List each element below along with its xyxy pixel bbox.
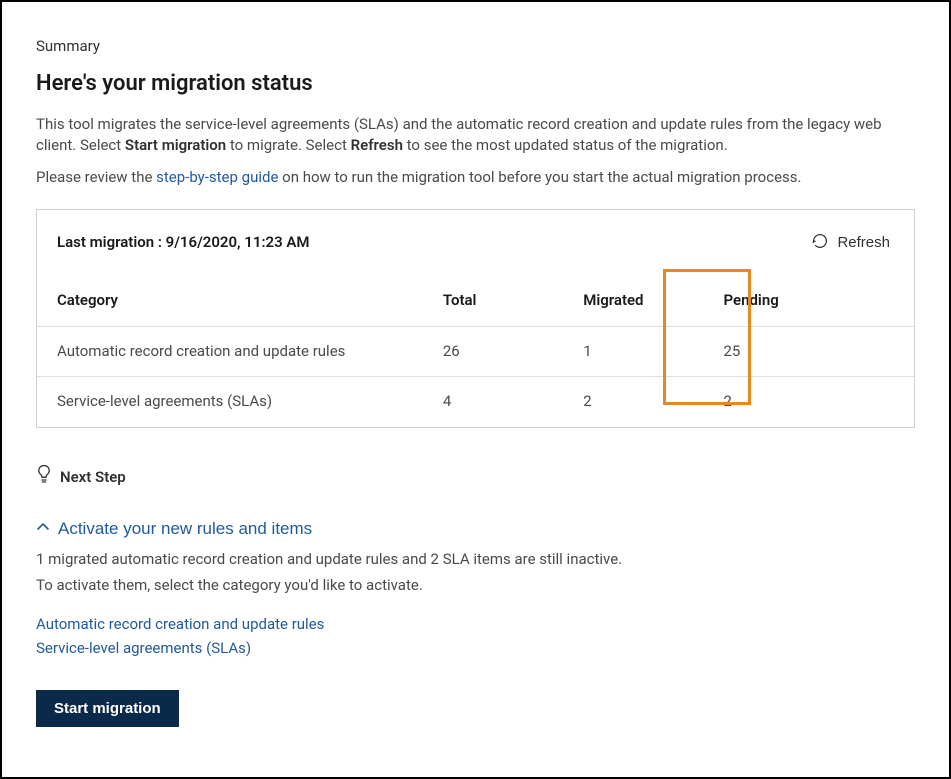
col-migrated: Migrated	[563, 268, 703, 326]
lightbulb-icon	[36, 464, 52, 491]
activate-link-slas[interactable]: Service-level agreements (SLAs)	[36, 638, 915, 660]
cell-category: Automatic record creation and update rul…	[37, 326, 423, 377]
intro-bold-refresh: Refresh	[351, 136, 403, 154]
table-row: Service-level agreements (SLAs) 4 2 2	[37, 377, 914, 427]
intro-text: This tool migrates the service-level agr…	[36, 114, 915, 158]
review-b: on how to run the migration tool before …	[278, 168, 801, 186]
intro-b: to migrate. Select	[226, 136, 350, 154]
cell-pending: 25	[704, 326, 915, 377]
activate-category-links: Automatic record creation and update rul…	[36, 614, 915, 660]
col-total: Total	[423, 268, 563, 326]
last-migration-timestamp: Last migration : 9/16/2020, 11:23 AM	[57, 232, 310, 254]
activate-link-arc-rules[interactable]: Automatic record creation and update rul…	[36, 614, 915, 636]
activate-line-1: 1 migrated automatic record creation and…	[36, 549, 915, 571]
section-label: Summary	[36, 36, 915, 58]
activate-line-2: To activate them, select the category yo…	[36, 575, 915, 597]
intro-c: to see the most updated status of the mi…	[403, 136, 728, 154]
col-category: Category	[37, 268, 423, 326]
migration-status-panel: Last migration : 9/16/2020, 11:23 AM Ref…	[36, 209, 915, 428]
intro-bold-start-migration: Start migration	[125, 136, 226, 154]
stamp-label: Last migration :	[57, 233, 166, 251]
next-step-heading: Next Step	[36, 464, 915, 491]
cell-migrated: 2	[563, 377, 703, 427]
step-by-step-guide-link[interactable]: step-by-step guide	[156, 168, 278, 186]
review-text: Please review the step-by-step guide on …	[36, 167, 915, 189]
review-a: Please review the	[36, 168, 156, 186]
migration-status-table: Category Total Migrated Pending Automati…	[37, 268, 914, 427]
chevron-up-icon	[36, 519, 50, 539]
next-step-label: Next Step	[60, 467, 126, 489]
page-title: Here's your migration status	[36, 68, 915, 100]
table-row: Automatic record creation and update rul…	[37, 326, 914, 377]
cell-pending: 2	[704, 377, 915, 427]
stamp-value: 9/16/2020, 11:23 AM	[166, 233, 310, 251]
activate-title: Activate your new rules and items	[58, 519, 312, 539]
refresh-label: Refresh	[837, 234, 890, 251]
cell-category: Service-level agreements (SLAs)	[37, 377, 423, 427]
cell-total: 26	[423, 326, 563, 377]
activate-section-toggle[interactable]: Activate your new rules and items	[36, 519, 312, 539]
cell-migrated: 1	[563, 326, 703, 377]
refresh-button[interactable]: Refresh	[807, 228, 894, 258]
refresh-icon	[811, 232, 829, 254]
col-pending: Pending	[704, 268, 915, 326]
cell-total: 4	[423, 377, 563, 427]
start-migration-button[interactable]: Start migration	[36, 690, 179, 727]
